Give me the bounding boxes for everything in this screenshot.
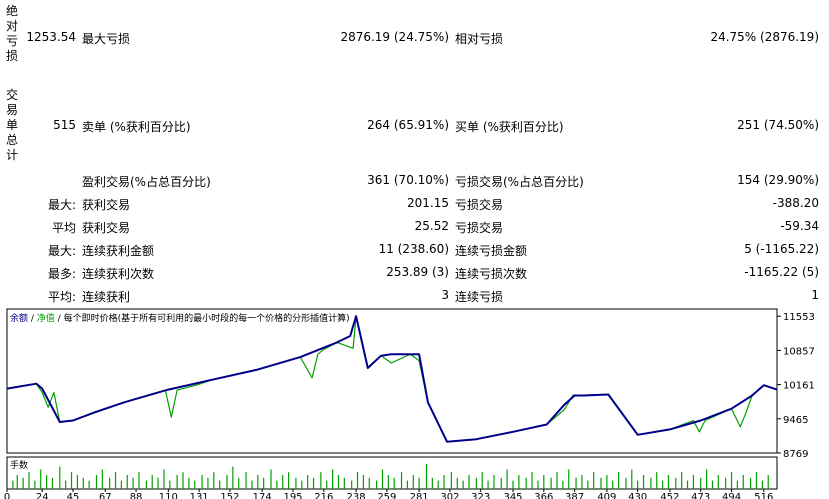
maximal-losses-label: 连续亏损次数 <box>455 267 528 281</box>
legend-part: 每个即时价格(基于所有可利用的最小时段的每一个价格的分形插值计算) <box>61 312 350 324</box>
x-tick-label: 195 <box>283 492 302 499</box>
legend-part: 余额 <box>10 312 28 324</box>
rel-drawdown-value: 24.75% (2876.19) <box>710 30 819 44</box>
max-drawdown-value: 2876.19 (24.75%) <box>340 30 449 44</box>
short-positions-value: 264 (65.91%) <box>367 118 449 132</box>
x-tick-label: 430 <box>628 492 647 499</box>
balance-chart: 11553 10857 10161 9465 8769 余额 / 净值 / 每个即时价格(… <box>4 308 815 499</box>
avg-consecutive-wins-label: 连续获利 <box>82 290 131 304</box>
abs-drawdown-vertical-label: 绝对亏损 <box>5 4 18 63</box>
trades-total-value: 515 <box>53 118 76 132</box>
y-tick-label: 9465 <box>783 415 808 426</box>
loss-trades-label: 亏损交易(%占总百分比) <box>455 175 584 189</box>
x-tick-label: 131 <box>190 492 209 499</box>
avg-consecutive-losses-value: 1 <box>811 288 819 302</box>
x-tick-label: 302 <box>440 492 459 499</box>
x-tick-label: 88 <box>130 492 143 499</box>
largest-profit-label: 获利交易 <box>82 198 131 212</box>
x-tick-label: 174 <box>253 492 272 499</box>
trades-total-vertical-label: 交易单总计 <box>5 88 18 162</box>
largest-loss-value: -388.20 <box>772 196 819 210</box>
x-tick-label: 110 <box>159 492 178 499</box>
x-tick-label: 24 <box>36 492 49 499</box>
x-tick-label: 45 <box>67 492 80 499</box>
y-tick-label: 10161 <box>783 381 815 392</box>
x-tick-label: 494 <box>722 492 741 499</box>
average-profit-value: 25.52 <box>414 219 449 233</box>
maximal-wins-label: 连续获利次数 <box>82 267 155 281</box>
y-tick-label: 10857 <box>783 346 815 357</box>
rel-drawdown-label: 相对亏损 <box>455 32 504 46</box>
average-profit-label: 获利交易 <box>82 221 131 235</box>
max-drawdown-label: 最大亏损 <box>82 32 131 46</box>
x-tick-label: 409 <box>597 492 616 499</box>
largest-profit-value: 201.15 <box>407 196 449 210</box>
abs-drawdown-value: 1253.54 <box>26 30 76 44</box>
average-loss-value: -59.34 <box>780 219 819 233</box>
x-tick-label: 366 <box>534 492 553 499</box>
x-tick-label: 473 <box>691 492 710 499</box>
profit-trades-value: 361 (70.10%) <box>367 173 449 187</box>
avg-consecutive-wins-value: 3 <box>441 288 449 302</box>
long-positions-value: 251 (74.50%) <box>737 118 819 132</box>
legend-part: 净值 <box>34 312 55 324</box>
max-consecutive-losses-value: 5 (-1165.22) <box>744 242 819 256</box>
profit-trades-label: 盈利交易(%占总百分比) <box>82 175 211 189</box>
max-consecutive-wins-label: 连续获利金额 <box>82 244 155 258</box>
x-tick-label: 387 <box>565 492 584 499</box>
largest-prefix: 最大: <box>47 198 76 212</box>
x-tick-label: 216 <box>314 492 333 499</box>
volume-title: 手数 <box>10 459 28 471</box>
x-tick-label: 323 <box>471 492 490 499</box>
maximal-wins-value: 253.89 (3) <box>386 265 449 279</box>
x-tick-label: 238 <box>347 492 366 499</box>
x-tick-label: 345 <box>503 492 522 499</box>
avg-consecutive-losses-label: 连续亏损 <box>455 290 504 304</box>
maximal-prefix: 最多: <box>47 267 76 281</box>
maximal-losses-value: -1165.22 (5) <box>744 265 819 279</box>
volume-plot-frame <box>6 456 778 490</box>
x-tick-label: 452 <box>660 492 679 499</box>
max-consecutive-wins-value: 11 (238.60) <box>378 242 449 256</box>
avg-consecutive-prefix: 平均: <box>47 290 76 304</box>
x-tick-label: 281 <box>410 492 429 499</box>
short-positions-label: 卖单 (%获利百分比) <box>82 120 191 134</box>
x-tick-label: 67 <box>99 492 112 499</box>
x-tick-label: 0 <box>4 492 10 499</box>
largest-loss-label: 亏损交易 <box>455 198 504 212</box>
long-positions-label: 买单 (%获利百分比) <box>455 120 564 134</box>
x-tick-label: 516 <box>754 492 773 499</box>
chart-legend: 余额 / 净值 / 每个即时价格(基于所有可利用的最小时段的每一个价格的分形插值… <box>10 312 350 324</box>
average-prefix: 平均 <box>51 221 76 235</box>
max-consecutive-losses-label: 连续亏损金额 <box>455 244 528 258</box>
y-tick-label: 8769 <box>783 449 808 460</box>
average-loss-label: 亏损交易 <box>455 221 504 235</box>
x-tick-label: 259 <box>377 492 396 499</box>
max-consecutive-prefix: 最大: <box>47 244 76 258</box>
y-tick-label: 11553 <box>783 312 815 323</box>
x-tick-label: 152 <box>220 492 239 499</box>
loss-trades-value: 154 (29.90%) <box>737 173 819 187</box>
